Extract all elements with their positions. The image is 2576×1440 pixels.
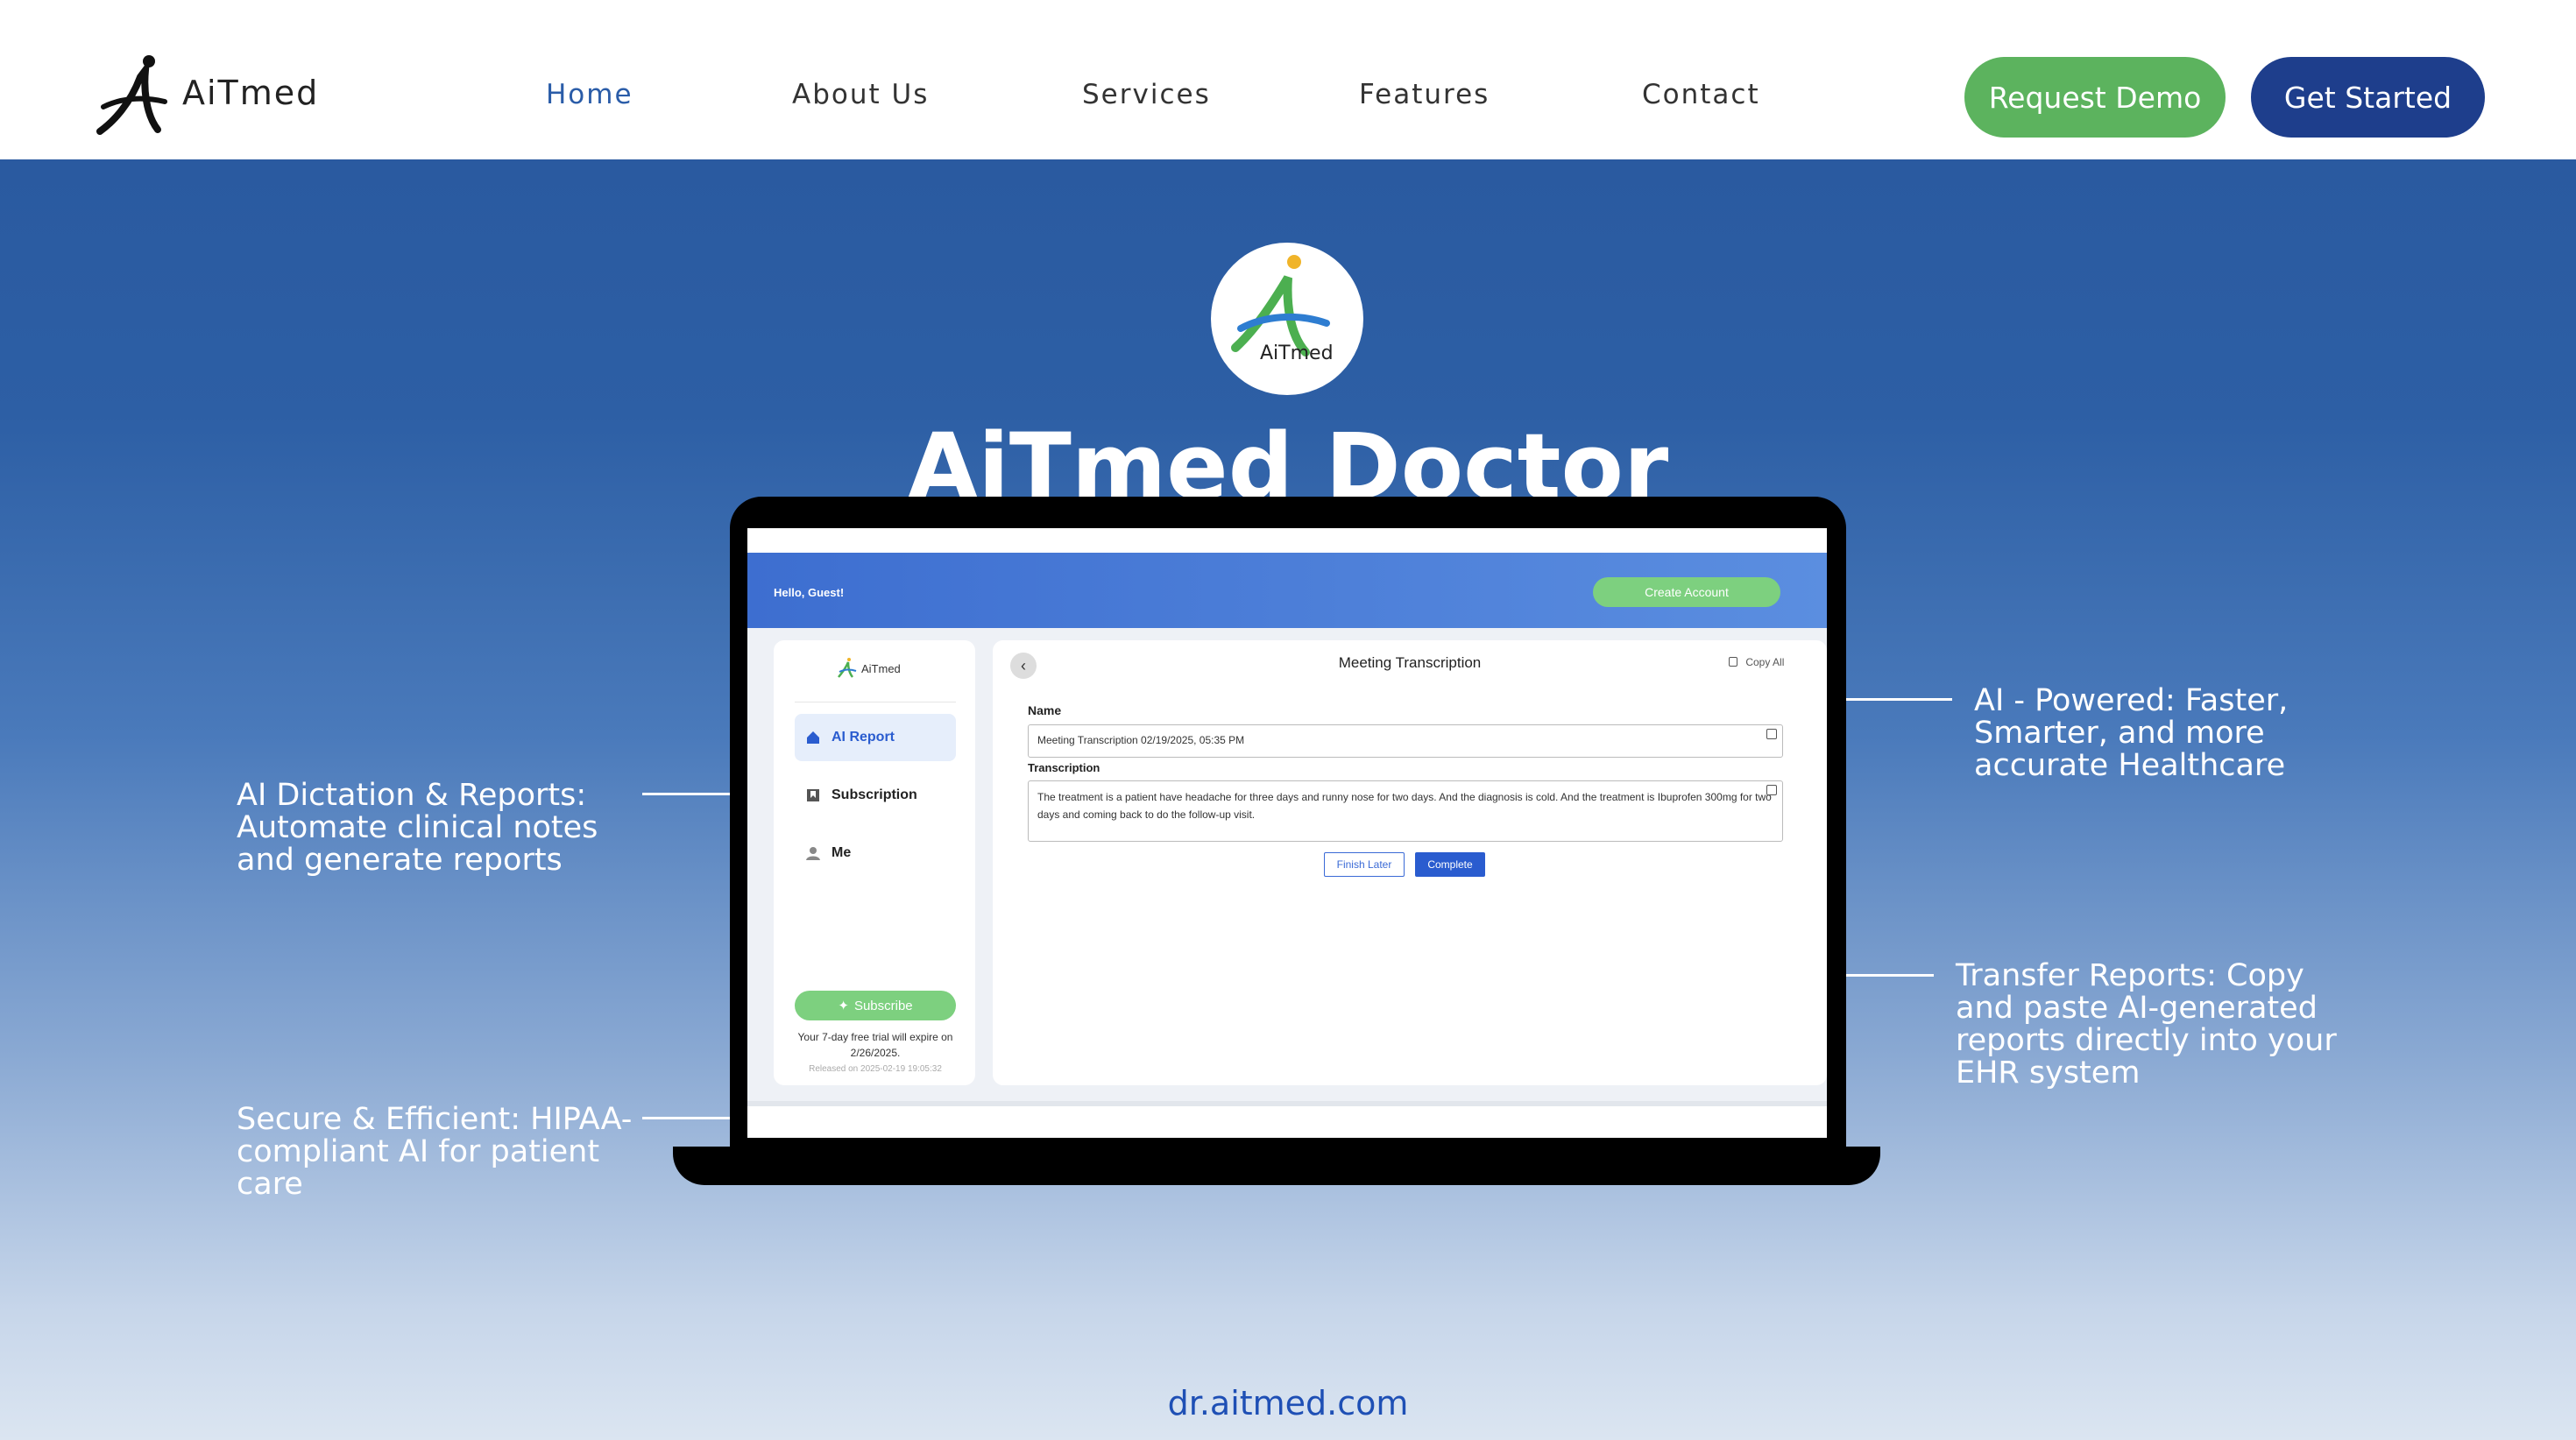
sidebar-item-label: Subscription — [832, 787, 917, 802]
app-greeting: Hello, Guest! — [774, 586, 845, 599]
site-logo[interactable]: AiTmed — [95, 53, 322, 144]
copy-icon[interactable] — [1766, 785, 1777, 795]
request-demo-button[interactable]: Request Demo — [1964, 57, 2226, 138]
copy-all-button[interactable]: Copy All — [1729, 656, 1784, 668]
laptop-base — [673, 1147, 1880, 1185]
callout-line-secure — [642, 1117, 730, 1119]
transcription-label: Transcription — [1028, 761, 1100, 774]
sparkle-icon: ✦ — [838, 999, 849, 1013]
user-icon — [805, 845, 821, 861]
name-field-value: Meeting Transcription 02/19/2025, 05:35 … — [1037, 734, 1245, 746]
transcription-field-value: The treatment is a patient have headache… — [1037, 791, 1772, 821]
home-icon — [805, 730, 821, 745]
site-header: AiTmed Home About Us Services Features C… — [0, 0, 2576, 159]
logo-text: AiTmed — [182, 74, 320, 112]
finish-later-button[interactable]: Finish Later — [1324, 852, 1405, 877]
trial-notice: Your 7-day free trial will expire on 2/2… — [797, 1031, 953, 1059]
copy-icon[interactable] — [1766, 729, 1777, 739]
sidebar-item-label: Me — [832, 845, 852, 860]
get-started-button[interactable]: Get Started — [2251, 57, 2485, 138]
sidebar-item-subscription[interactable]: Subscription — [795, 772, 956, 819]
copy-icon — [1729, 657, 1737, 667]
sidebar-item-me[interactable]: Me — [795, 829, 956, 877]
sidebar-item-label: AI Report — [832, 730, 895, 745]
sidebar-logo-icon — [838, 658, 857, 678]
panel-title: Meeting Transcription — [1338, 654, 1482, 671]
bookmark-icon — [805, 787, 821, 803]
callout-line-transfer — [1846, 974, 1934, 977]
transcription-field[interactable]: The treatment is a patient have headache… — [1028, 780, 1783, 842]
callout-line-powered — [1846, 698, 1952, 701]
callout-secure: Secure & Efficient: HIPAA-compliant AI f… — [237, 1102, 633, 1202]
nav-home[interactable]: Home — [546, 79, 633, 117]
nav-about-us[interactable]: About Us — [792, 79, 929, 117]
callout-ai-powered: AI - Powered: Faster, Smarter, and more … — [1974, 683, 2289, 783]
copy-all-label: Copy All — [1745, 656, 1785, 668]
create-account-button[interactable]: Create Account — [1593, 577, 1780, 607]
aitmed-logo-icon — [1231, 255, 1330, 356]
name-field[interactable]: Meeting Transcription 02/19/2025, 05:35 … — [1028, 724, 1783, 758]
laptop-screen: Hello, Guest! Create Account AiTmed AI R… — [747, 528, 1827, 1138]
callout-line-dictation — [642, 793, 730, 795]
logo-mark-icon — [96, 55, 167, 135]
nav-features[interactable]: Features — [1359, 79, 1490, 117]
callout-transfer: Transfer Reports: Copy and paste AI-gene… — [1956, 958, 2337, 1091]
name-label: Name — [1028, 703, 1062, 717]
nav-contact[interactable]: Contact — [1642, 79, 1760, 117]
sidebar-logo: AiTmed — [835, 656, 901, 681]
sidebar-logo-text: AiTmed — [861, 661, 901, 675]
release-info: Released on 2025-02-19 19:05:32 — [809, 1064, 942, 1074]
nav-services[interactable]: Services — [1082, 79, 1211, 117]
subscribe-button[interactable]: ✦ Subscribe — [795, 991, 956, 1020]
site-url-link[interactable]: dr.aitmed.com — [0, 1384, 2576, 1422]
hero-logo: AiTmed — [1211, 243, 1363, 395]
app-bottom-bar — [747, 1101, 1827, 1138]
complete-button[interactable]: Complete — [1415, 852, 1485, 877]
app-main-panel: ‹ Meeting Transcription Copy All Name Me… — [993, 640, 1827, 1085]
subscribe-label: Subscribe — [853, 998, 913, 1013]
app-sidebar: AiTmed AI Report Subscription Me ✦ Subsc… — [774, 640, 975, 1085]
sidebar-item-ai-report[interactable]: AI Report — [795, 714, 956, 761]
hero-logo-text: AiTmed — [1260, 342, 1334, 364]
callout-ai-dictation: AI Dictation & Reports: Automate clinica… — [237, 778, 598, 878]
